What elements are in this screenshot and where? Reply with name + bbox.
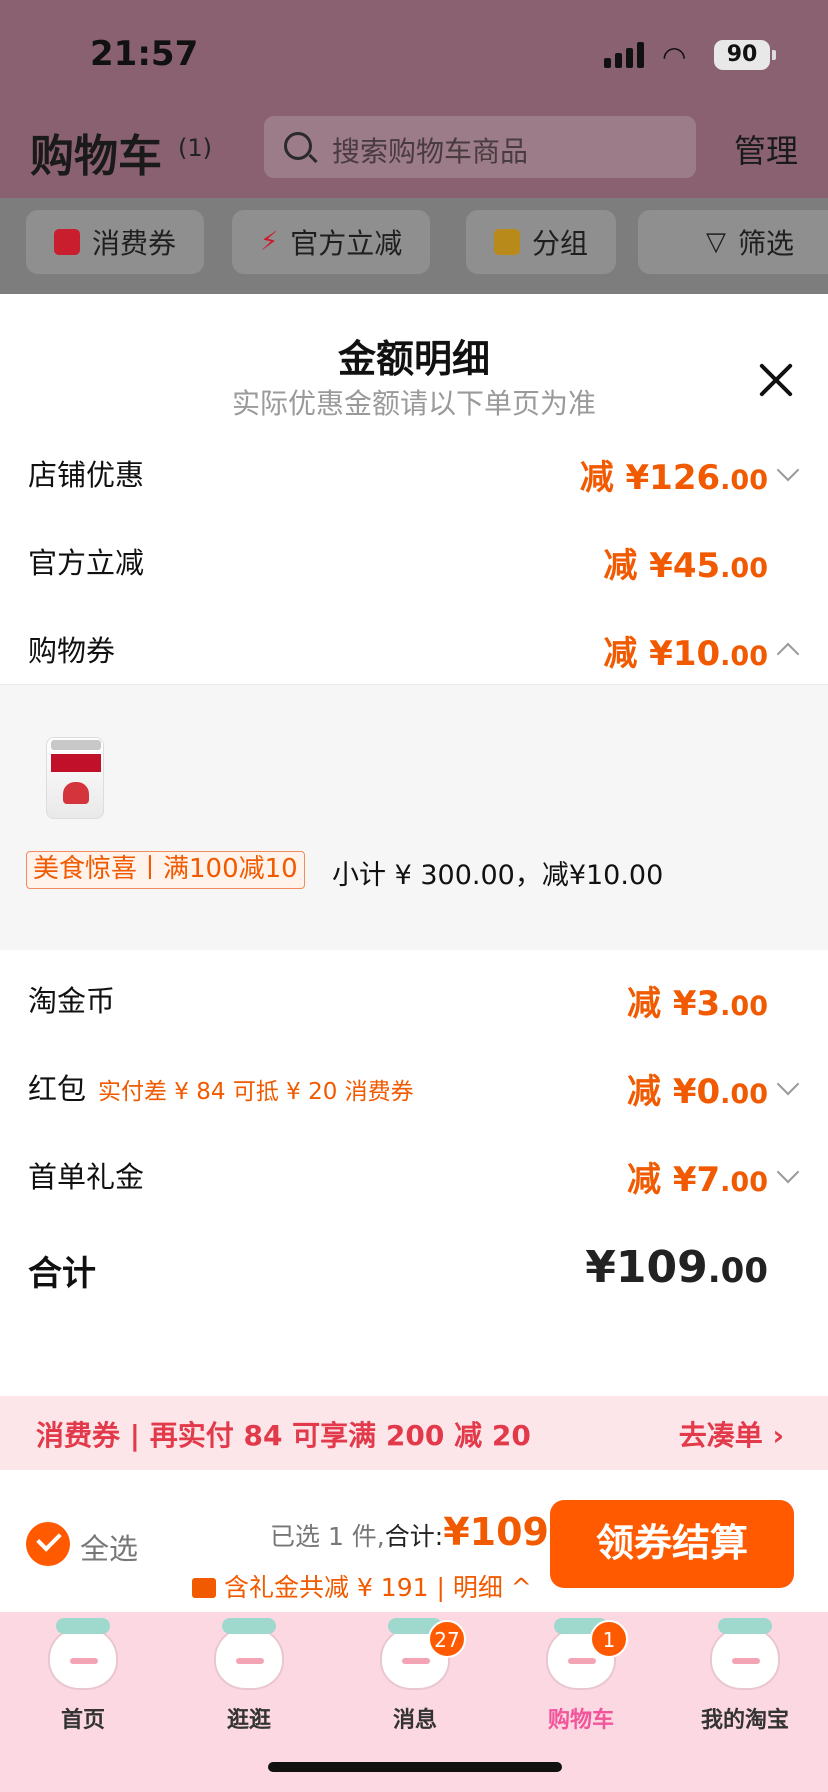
home-icon: [48, 1618, 118, 1690]
tab-my-taobao[interactable]: 我的淘宝: [662, 1612, 828, 1752]
row-hint: 实付差 ¥ 84 可抵 ¥ 20 消费券: [98, 1079, 414, 1105]
tab-label: 逛逛: [226, 1708, 271, 1733]
filter-icon: ▽: [706, 227, 726, 257]
chevron-up-icon: [776, 642, 800, 666]
manage-button[interactable]: 管理: [734, 126, 798, 172]
selection-summary: 已选 1 件,合计:¥109: [270, 1510, 549, 1554]
filter-group[interactable]: 分组: [466, 210, 617, 274]
row-label: 购物券: [28, 634, 116, 668]
row-store-discount[interactable]: 店铺优惠 减 ¥126.00: [0, 442, 828, 522]
checkout-bar: 全选 已选 1 件,合计:¥109 含礼金共减 ¥ 191 | 明细 ^ 领券结…: [0, 1470, 828, 1612]
filter-coupon[interactable]: 消费券: [26, 210, 205, 274]
row-red-packet[interactable]: 红包 实付差 ¥ 84 可抵 ¥ 20 消费券 减 ¥0.00: [0, 1056, 828, 1136]
filter-label: 官方立减: [290, 227, 403, 260]
coupon-promo-banner[interactable]: 消费券 | 再实付 84 可享满 200 减 20 去凑单 ›: [0, 1396, 828, 1470]
close-icon[interactable]: [756, 360, 796, 400]
lightning-icon: ⚡: [260, 227, 279, 257]
status-bar: 21:57 ◠ 90: [0, 0, 828, 110]
search-icon: [284, 132, 312, 160]
chevron-down-icon: [776, 1072, 800, 1096]
messages-badge: 27: [428, 1620, 466, 1658]
page-title: 购物车: [30, 131, 162, 182]
select-all-checkbox[interactable]: [26, 1522, 70, 1566]
row-amount: 减 ¥126.00: [579, 458, 768, 498]
row-amount: 减 ¥10.00: [603, 634, 768, 674]
wifi-icon: ◠: [662, 40, 687, 73]
chevron-down-icon: [776, 1160, 800, 1184]
sheet-title: 金额明细: [337, 337, 490, 381]
row-official-discount: 官方立减 减 ¥45.00: [0, 530, 828, 610]
tab-label: 购物车: [547, 1708, 614, 1733]
chevron-down-icon: [776, 458, 800, 482]
row-label: 首单礼金: [28, 1160, 145, 1194]
row-amount: 减 ¥7.00: [627, 1160, 768, 1200]
folder-icon: [494, 229, 520, 255]
total-label: 合计: [28, 1254, 96, 1294]
tab-browse[interactable]: 逛逛: [166, 1612, 332, 1752]
row-label: 淘金币: [28, 984, 116, 1018]
select-all-label[interactable]: 全选: [80, 1526, 138, 1568]
cart-count: (1): [178, 134, 212, 162]
row-first-order-gift[interactable]: 首单礼金 减 ¥7.00: [0, 1144, 828, 1224]
row-amount: 减 ¥3.00: [627, 984, 768, 1024]
row-taojinbi: 淘金币 减 ¥3.00: [0, 968, 828, 1048]
status-time: 21:57: [90, 34, 199, 74]
cart-badge: 1: [590, 1620, 628, 1658]
coupon-icon: [54, 229, 80, 255]
row-label: 官方立减: [28, 546, 145, 580]
filter-label: 筛选: [738, 227, 795, 260]
discount-detail-toggle[interactable]: 含礼金共减 ¥ 191 | 明细 ^: [192, 1568, 532, 1604]
coupon-icon: [192, 1578, 216, 1598]
filter-label: 分组: [532, 227, 589, 260]
coupon-detail-panel: 美食惊喜丨满100减10 小计 ¥ 300.00，减¥10.00: [0, 684, 828, 950]
filter-label: 消费券: [92, 227, 177, 260]
tab-home[interactable]: 首页: [0, 1612, 166, 1752]
row-label: 红包: [28, 1072, 87, 1106]
total-amount: ¥109.00: [585, 1242, 768, 1293]
search-input[interactable]: 搜索购物车商品: [264, 116, 696, 178]
coupon-tag: 美食惊喜丨满100减10: [26, 851, 305, 889]
add-items-link[interactable]: 去凑单 ›: [679, 1414, 784, 1454]
row-label: 店铺优惠: [28, 458, 145, 492]
checkout-button[interactable]: 领券结算: [550, 1500, 794, 1588]
product-thumbnail[interactable]: [46, 737, 104, 819]
tab-label: 消息: [392, 1708, 437, 1733]
tab-cart[interactable]: 1 购物车: [498, 1612, 664, 1752]
home-indicator: [268, 1762, 562, 1772]
promo-text: 消费券 | 再实付 84 可享满 200 减 20: [36, 1419, 531, 1452]
row-amount: 减 ¥0.00: [627, 1072, 768, 1112]
filter-screen[interactable]: ▽ 筛选: [638, 210, 828, 274]
profile-icon: [710, 1618, 780, 1690]
filter-official-discount[interactable]: ⚡ 官方立减: [232, 210, 431, 274]
battery-icon: 90: [714, 40, 776, 70]
search-placeholder: 搜索购物车商品: [332, 135, 529, 168]
row-amount: 减 ¥45.00: [603, 546, 768, 586]
signal-icon: [604, 42, 644, 68]
tab-label: 首页: [60, 1708, 105, 1733]
tab-label: 我的淘宝: [700, 1708, 789, 1733]
coupon-subtotal: 小计 ¥ 300.00，减¥10.00: [332, 860, 664, 891]
browse-icon: [214, 1618, 284, 1690]
sheet-subtitle: 实际优惠金额请以下单页为准: [231, 387, 596, 420]
tab-messages[interactable]: 27 消息: [332, 1612, 498, 1752]
checkout-total: ¥109: [443, 1510, 549, 1554]
